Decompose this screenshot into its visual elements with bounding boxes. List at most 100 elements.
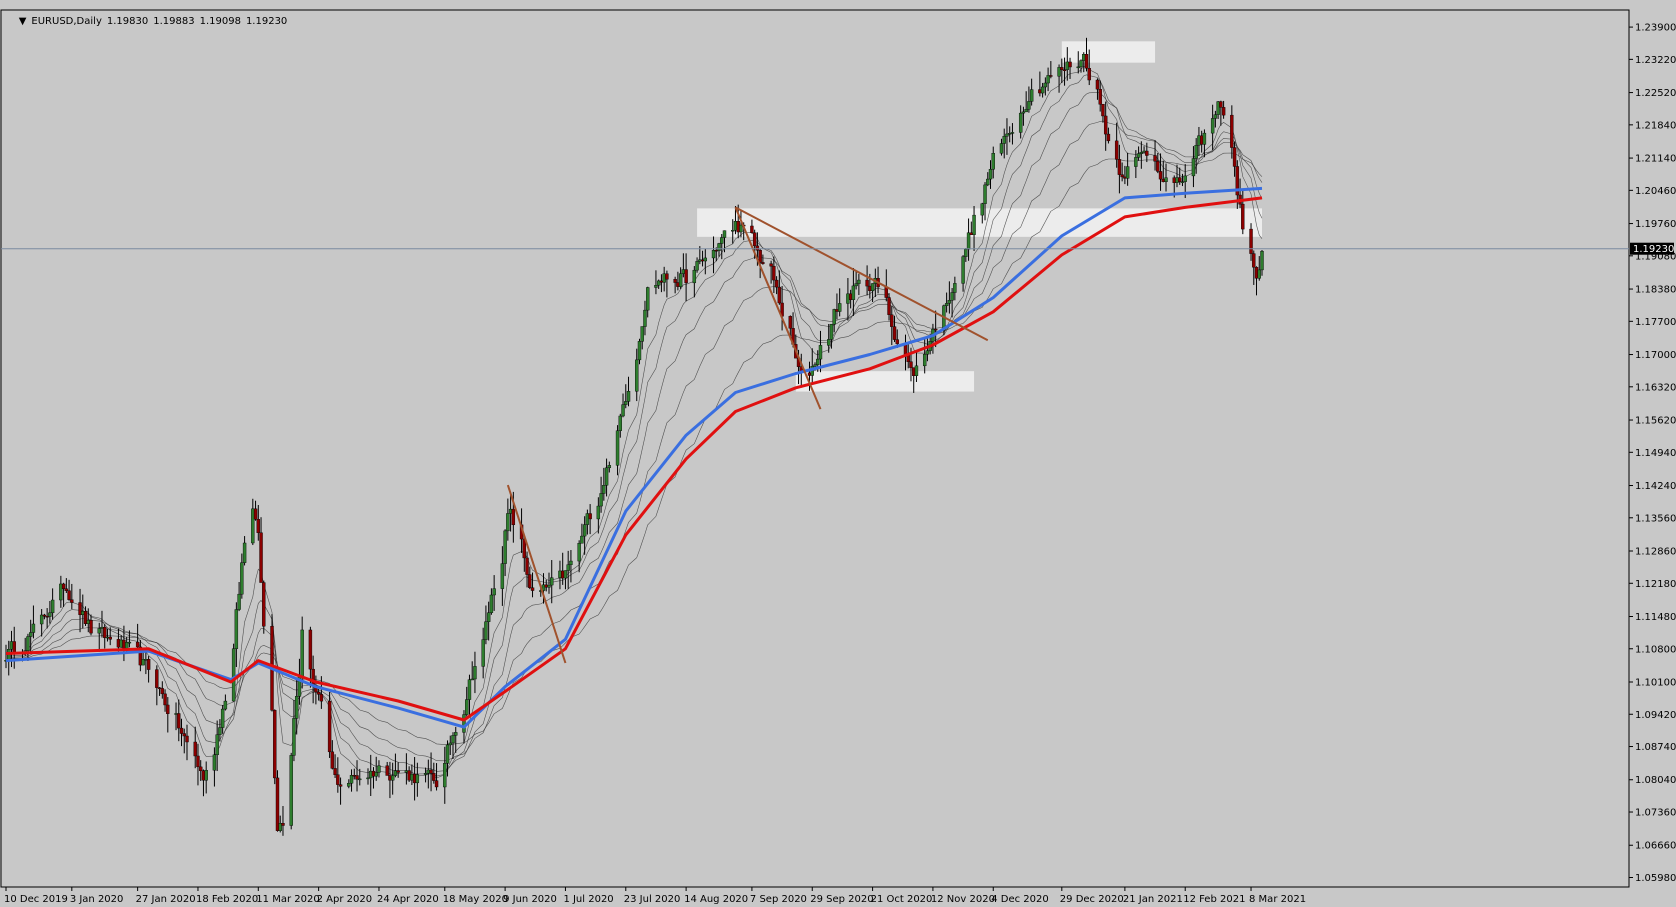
bull-candle (454, 732, 458, 736)
bull-candle (448, 742, 452, 746)
y-tick-label: 1.12180 (1635, 579, 1676, 590)
bull-candle (547, 584, 551, 588)
bull-candle (851, 285, 856, 300)
bear-candle (160, 688, 165, 695)
bear-candle (769, 263, 773, 267)
bull-candle (50, 599, 55, 614)
plot-frame (0, 9, 1630, 888)
x-tick-label: 18 Feb 2020 (196, 894, 258, 905)
bull-candle (1194, 145, 1198, 159)
bear-candle (259, 532, 263, 583)
bull-candle (1010, 132, 1015, 134)
bull-candle (445, 744, 450, 764)
bull-candle (1260, 250, 1264, 271)
bull-candle (596, 505, 601, 520)
bull-candle (635, 359, 639, 392)
low-value: 1.19098 (199, 16, 241, 27)
bear-candle (67, 590, 71, 600)
bear-candle (752, 232, 757, 247)
x-tick-label: 27 Jan 2020 (136, 894, 196, 905)
bull-candle (220, 708, 225, 728)
y-tick-label: 1.11480 (1635, 612, 1676, 623)
x-tick-label: 2 Apr 2020 (317, 894, 372, 905)
bear-candle (64, 588, 69, 591)
bear-candle (385, 765, 389, 776)
bear-candle (1178, 177, 1182, 182)
bull-candle (240, 562, 244, 595)
bull-candle (237, 593, 241, 610)
bear-candle (1103, 115, 1108, 135)
bull-candle (829, 323, 834, 340)
y-tick-label: 1.09420 (1635, 710, 1676, 721)
bear-candle (108, 636, 112, 640)
bull-candle (492, 588, 496, 596)
bear-candle (338, 784, 343, 787)
bull-candle (980, 203, 984, 216)
y-tick-label: 1.12860 (1635, 547, 1676, 558)
bull-candle (717, 243, 721, 251)
y-tick-label: 1.06660 (1635, 841, 1676, 852)
bull-candle (289, 755, 293, 826)
bear-candle (909, 361, 913, 368)
bull-candle (720, 237, 724, 244)
bear-candle (1232, 147, 1237, 167)
bull-candle (1024, 109, 1028, 113)
bear-candle (327, 700, 332, 753)
x-tick-label: 11 Mar 2020 (256, 894, 319, 905)
bull-candle (602, 485, 606, 494)
bear-candle (193, 741, 197, 757)
ema-slow-line (5, 196, 1263, 722)
bull-candle (97, 628, 101, 634)
bull-candle (983, 184, 987, 204)
bull-candle (1079, 60, 1083, 68)
bull-candle (347, 783, 351, 787)
bear-candle (429, 769, 433, 774)
bull-candle (500, 563, 505, 589)
x-tick-label: 10 Dec 2019 (4, 894, 68, 905)
symbol-label: EURUSD,Daily (31, 16, 102, 27)
bull-candle (827, 339, 831, 346)
x-tick-label: 18 May 2020 (443, 894, 508, 905)
bull-candle (643, 309, 647, 327)
bear-candle (1219, 101, 1223, 108)
bull-candle (503, 530, 507, 564)
bull-candle (599, 493, 603, 507)
ema-ribbon-line (5, 152, 1263, 745)
close-value: 1.19230 (245, 16, 288, 27)
bull-candle (621, 404, 625, 417)
bull-candle (695, 261, 699, 271)
x-tick-label: 9 Jun 2020 (503, 894, 557, 905)
price-chart[interactable]: 1.23900 1.23220 1.22520 1.21840 1.21140 1.204… (0, 0, 1676, 907)
bear-candle (196, 755, 200, 768)
bear-candle (146, 659, 151, 670)
bear-candle (1249, 228, 1253, 254)
ema-ribbon-line (5, 74, 1263, 777)
x-tick-label: 1 Jul 2020 (563, 894, 613, 905)
bear-candle (887, 297, 891, 315)
y-tick-label: 1.07360 (1635, 808, 1676, 819)
bull-candle (577, 543, 581, 562)
bull-candle (618, 415, 622, 431)
bull-candle (1018, 112, 1023, 133)
bull-candle (234, 609, 239, 649)
x-tick-label: 29 Dec 2020 (1060, 894, 1124, 905)
bear-candle (750, 225, 754, 233)
bull-candle (986, 178, 990, 186)
bull-candle (816, 358, 820, 365)
y-tick-label: 1.23900 (1635, 23, 1676, 34)
y-tick-label: 1.21140 (1635, 154, 1676, 165)
y-tick-label: 1.23220 (1635, 55, 1676, 66)
bear-candle (774, 279, 779, 288)
bear-candle (333, 768, 337, 775)
bear-candle (1156, 161, 1160, 172)
bull-candle (837, 303, 842, 312)
x-tick-label: 12 Nov 2020 (931, 894, 995, 905)
bear-candle (135, 641, 140, 648)
bull-candle (640, 326, 644, 342)
supply-demand-zone (1061, 41, 1156, 63)
bull-candle (1210, 118, 1215, 134)
bull-candle (1027, 101, 1031, 110)
y-tick-label: 1.14240 (1635, 481, 1676, 492)
dropdown-triangle-icon[interactable]: ▼ (19, 16, 27, 27)
bull-candle (443, 763, 447, 788)
